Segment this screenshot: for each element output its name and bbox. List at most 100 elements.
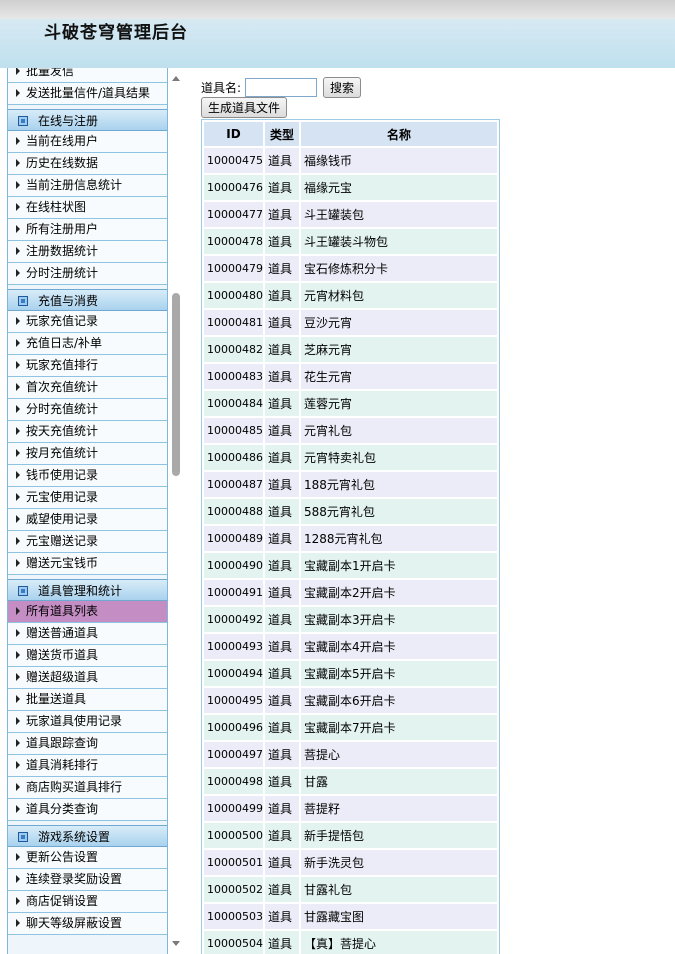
sidebar-item[interactable]: 分时充值统计 bbox=[8, 399, 167, 421]
sidebar-group-title: 道具管理和统计 bbox=[38, 584, 123, 598]
generate-item-file-button[interactable]: 生成道具文件 bbox=[201, 97, 288, 118]
group-square-icon bbox=[18, 296, 28, 306]
sidebar-item[interactable]: 批量发信 bbox=[8, 68, 167, 83]
table-row: 10000475 道具 福缘钱币 bbox=[204, 148, 497, 173]
cell-name: 菩提籽 bbox=[301, 796, 497, 821]
sidebar-group-header[interactable]: 游戏系统设置 bbox=[8, 825, 167, 847]
table-row: 10000498 道具 甘露 bbox=[204, 769, 497, 794]
sidebar-item[interactable]: 当前在线用户 bbox=[8, 131, 167, 153]
cell-name: 甘露藏宝图 bbox=[301, 904, 497, 929]
sidebar-item[interactable]: 当前注册信息统计 bbox=[8, 175, 167, 197]
cell-type: 道具 bbox=[265, 337, 299, 362]
sidebar-item[interactable]: 发送批量信件/道具结果 bbox=[8, 83, 167, 105]
sidebar-item[interactable]: 赠送超级道具 bbox=[8, 667, 167, 689]
scroll-up-arrow-icon[interactable] bbox=[172, 76, 180, 81]
cell-name: 宝藏副本1开启卡 bbox=[301, 553, 497, 578]
column-header-type: 类型 bbox=[265, 122, 299, 146]
sidebar-item[interactable]: 历史在线数据 bbox=[8, 153, 167, 175]
sidebar-item[interactable]: 赠送元宝钱币 bbox=[8, 553, 167, 575]
cell-type: 道具 bbox=[265, 688, 299, 713]
triangle-right-icon bbox=[16, 247, 20, 255]
sidebar-item-label: 按月充值统计 bbox=[26, 446, 99, 460]
item-name-input[interactable] bbox=[245, 77, 318, 97]
cell-type: 道具 bbox=[265, 904, 299, 929]
sidebar-item[interactable]: 分时注册统计 bbox=[8, 263, 167, 285]
sidebar-item[interactable]: 注册数据统计 bbox=[8, 241, 167, 263]
group-square-icon bbox=[18, 832, 28, 842]
triangle-right-icon bbox=[16, 875, 20, 883]
sidebar-item[interactable]: 玩家充值排行 bbox=[8, 355, 167, 377]
sidebar-item-label: 威望使用记录 bbox=[26, 512, 99, 526]
cell-type: 道具 bbox=[265, 769, 299, 794]
sidebar-item[interactable]: 首次充值统计 bbox=[8, 377, 167, 399]
table-row: 10000497 道具 菩提心 bbox=[204, 742, 497, 767]
sidebar-item-label: 所有注册用户 bbox=[26, 222, 99, 236]
sidebar-item[interactable]: 道具消耗排行 bbox=[8, 755, 167, 777]
cell-id: 10000495 bbox=[204, 688, 263, 713]
triangle-right-icon bbox=[16, 449, 20, 457]
sidebar-menu: 批量发信 发送批量信件/道具结果 在线与注册当前在线用户历史在线数据 当前注册信息统计… bbox=[8, 68, 167, 935]
triangle-right-icon bbox=[16, 559, 20, 567]
cell-type: 道具 bbox=[265, 526, 299, 551]
sidebar-item[interactable]: 连续登录奖励设置 bbox=[8, 869, 167, 891]
sidebar-item[interactable]: 玩家道具使用记录 bbox=[8, 711, 167, 733]
search-bar: 道具名: 搜索 bbox=[201, 76, 362, 98]
cell-name: 豆沙元宵 bbox=[301, 310, 497, 335]
cell-id: 10000502 bbox=[204, 877, 263, 902]
cell-name: 斗王罐装斗物包 bbox=[301, 229, 497, 254]
sidebar-group-header[interactable]: 道具管理和统计 bbox=[8, 579, 167, 601]
cell-type: 道具 bbox=[265, 715, 299, 740]
sidebar-item[interactable]: 按天充值统计 bbox=[8, 421, 167, 443]
triangle-right-icon bbox=[16, 493, 20, 501]
cell-type: 道具 bbox=[265, 445, 299, 470]
table-row: 10000494 道具 宝藏副本5开启卡 bbox=[204, 661, 497, 686]
table-row: 10000482 道具 芝麻元宵 bbox=[204, 337, 497, 362]
sidebar-scrollbar[interactable] bbox=[169, 68, 184, 954]
scroll-down-arrow-icon[interactable] bbox=[172, 941, 180, 946]
cell-type: 道具 bbox=[265, 634, 299, 659]
cell-name: 宝藏副本7开启卡 bbox=[301, 715, 497, 740]
sidebar-group-header[interactable]: 充值与消费 bbox=[8, 289, 167, 311]
cell-id: 10000482 bbox=[204, 337, 263, 362]
sidebar-item[interactable]: 赠送货币道具 bbox=[8, 645, 167, 667]
cell-id: 10000483 bbox=[204, 364, 263, 389]
cell-id: 10000503 bbox=[204, 904, 263, 929]
cell-id: 10000492 bbox=[204, 607, 263, 632]
sidebar-item[interactable]: 聊天等级屏蔽设置 bbox=[8, 913, 167, 935]
cell-name: 新手洗灵包 bbox=[301, 850, 497, 875]
sidebar-item-label: 当前在线用户 bbox=[26, 134, 99, 148]
sidebar-item[interactable]: 元宝赠送记录 bbox=[8, 531, 167, 553]
sidebar-item[interactable]: 道具分类查询 bbox=[8, 799, 167, 821]
sidebar-item[interactable]: 玩家充值记录 bbox=[8, 311, 167, 333]
scroll-thumb[interactable] bbox=[172, 293, 180, 476]
cell-name: 斗王罐装包 bbox=[301, 202, 497, 227]
cell-type: 道具 bbox=[265, 364, 299, 389]
sidebar-group-header[interactable]: 在线与注册 bbox=[8, 109, 167, 131]
sidebar-item[interactable]: 威望使用记录 bbox=[8, 509, 167, 531]
triangle-right-icon bbox=[16, 673, 20, 681]
cell-type: 道具 bbox=[265, 310, 299, 335]
sidebar-item[interactable]: 所有注册用户 bbox=[8, 219, 167, 241]
sidebar-item[interactable]: 钱币使用记录 bbox=[8, 465, 167, 487]
triangle-right-icon bbox=[16, 739, 20, 747]
cell-type: 道具 bbox=[265, 202, 299, 227]
triangle-right-icon bbox=[16, 203, 20, 211]
table-row: 10000504 道具 【真】菩提心 bbox=[204, 931, 497, 954]
table-body: 10000475 道具 福缘钱币 10000476 道具 福缘元宝 10000477 道具 斗王… bbox=[204, 148, 497, 954]
sidebar-item[interactable]: 元宝使用记录 bbox=[8, 487, 167, 509]
sidebar-item[interactable]: 商店购买道具排行 bbox=[8, 777, 167, 799]
header-bar: 斗破苍穹管理后台 bbox=[0, 0, 675, 68]
sidebar-item[interactable]: 在线柱状图 bbox=[8, 197, 167, 219]
sidebar-item[interactable]: 更新公告设置 bbox=[8, 847, 167, 869]
cell-id: 10000475 bbox=[204, 148, 263, 173]
sidebar-item[interactable]: 道具跟踪查询 bbox=[8, 733, 167, 755]
sidebar-item[interactable]: 赠送普通道具 bbox=[8, 623, 167, 645]
sidebar-item[interactable]: 所有道具列表 bbox=[8, 601, 167, 623]
sidebar-item[interactable]: 充值日志/补单 bbox=[8, 333, 167, 355]
sidebar-item-label: 赠送货币道具 bbox=[26, 648, 99, 662]
sidebar-item[interactable]: 按月充值统计 bbox=[8, 443, 167, 465]
sidebar-item[interactable]: 商店促销设置 bbox=[8, 891, 167, 913]
search-button[interactable]: 搜索 bbox=[323, 76, 362, 98]
cell-type: 道具 bbox=[265, 472, 299, 497]
sidebar-item[interactable]: 批量送道具 bbox=[8, 689, 167, 711]
